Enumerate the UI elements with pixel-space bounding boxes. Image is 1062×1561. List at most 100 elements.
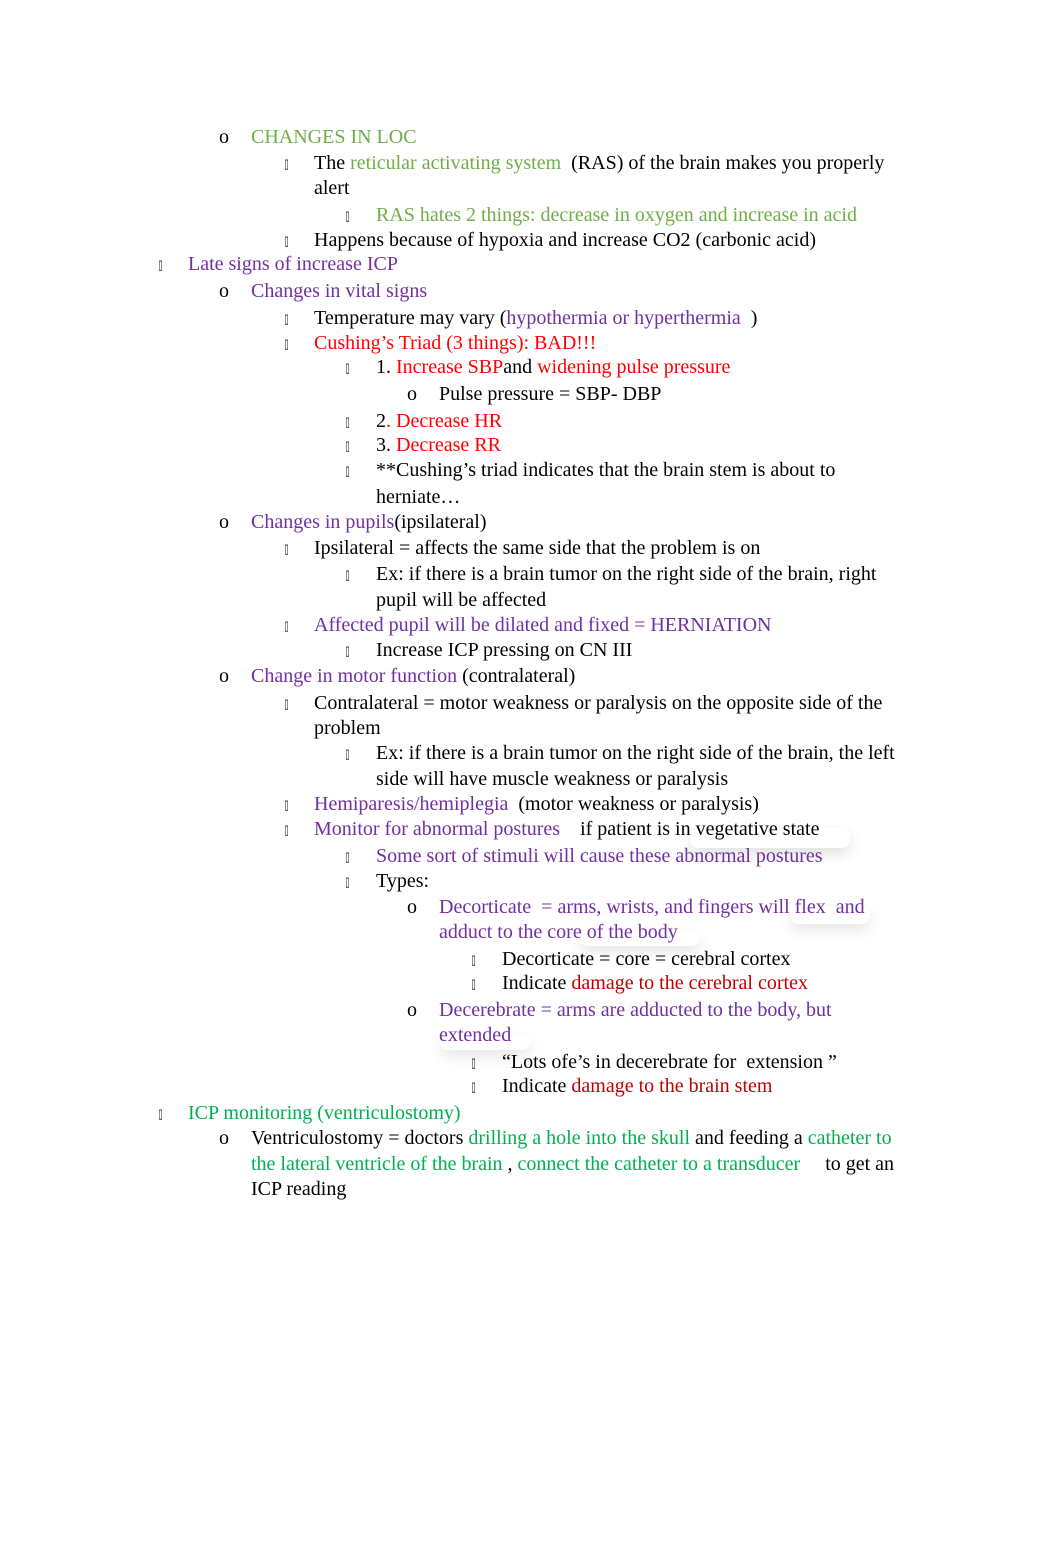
text-segment: reticular activating system	[350, 152, 562, 174]
text-line: Types:	[376, 869, 429, 893]
text-line: herniate…	[376, 485, 460, 509]
text-line: problem	[314, 716, 381, 740]
square-bullet-icon: ▯	[284, 541, 289, 556]
text-line: Happens because of hypoxia and increase …	[314, 228, 816, 252]
text-segment: **Cushing’s triad indicates that the bra…	[376, 459, 836, 481]
square-bullet-icon: ▯	[345, 438, 350, 453]
circle-bullet-icon: o	[219, 280, 229, 302]
text-segment: Late signs of increase ICP	[188, 253, 398, 275]
text-line: 2. Decrease HR	[376, 409, 502, 433]
circle-bullet-icon: o	[407, 999, 417, 1021]
square-bullet-icon: ▯	[471, 1055, 476, 1070]
text-line: Indicate damage to the brain stem	[502, 1074, 772, 1098]
text-segment: Monitor for abnormal postures	[314, 818, 561, 840]
circle-bullet-icon: o	[219, 126, 229, 148]
square-bullet-icon: ▯	[345, 746, 350, 761]
circle-bullet-icon: o	[407, 383, 417, 405]
text-segment: Ipsilateral = affects the same side that…	[314, 537, 761, 559]
text-segment: Ex: if there is a brain tumor on the rig…	[376, 742, 895, 764]
text-segment: Decrease RR	[396, 434, 501, 456]
text-segment: Ventriculostomy = doctors	[251, 1127, 469, 1149]
text-segment: the lateral ventricle of the brain	[251, 1153, 503, 1175]
text-line: Hemiparesis/hemiplegia (motor weakness o…	[314, 792, 759, 816]
text-line: CHANGES IN LOC	[251, 125, 417, 149]
text-segment: drilling a hole into the skull	[468, 1127, 691, 1149]
text-line: Monitor for abnormal postures if patient…	[314, 817, 819, 841]
text-segment: Happens because of hypoxia and increase …	[314, 229, 817, 251]
text-segment: . Decrease HR	[386, 410, 503, 432]
text-segment: alert	[314, 177, 350, 199]
text-line: RAS hates 2 things: decrease in oxygen a…	[376, 203, 857, 227]
text-segment: damage to the brain stem	[571, 1075, 773, 1097]
circle-bullet-icon: o	[219, 1127, 229, 1149]
square-bullet-icon: ▯	[284, 618, 289, 633]
circle-bullet-icon: o	[219, 511, 229, 533]
text-segment: 2	[376, 410, 386, 432]
text-line: Temperature may vary (hypothermia or hyp…	[314, 306, 757, 330]
square-bullet-icon: ▯	[284, 822, 289, 837]
text-segment: )	[740, 307, 758, 329]
square-bullet-icon: ▯	[158, 257, 163, 272]
text-line: Pulse pressure = SBP- DBP	[439, 382, 661, 406]
text-line: Increase ICP pressing on CN III	[376, 638, 632, 662]
square-bullet-icon: ▯	[345, 849, 350, 864]
text-segment: herniate…	[376, 486, 461, 508]
square-bullet-icon: ▯	[284, 311, 289, 326]
text-segment: Indicate	[502, 1075, 572, 1097]
text-segment: Ex: if there is a brain tumor on the rig…	[376, 563, 877, 585]
text-segment: Increase ICP pressing on CN III	[376, 639, 633, 661]
text-segment: and	[503, 356, 538, 378]
text-line: Contralateral = motor weakness or paraly…	[314, 691, 882, 715]
square-bullet-icon: ▯	[284, 156, 289, 171]
text-segment: Types:	[376, 870, 430, 892]
text-line: alert	[314, 176, 350, 200]
text-segment: (motor weakness or paralysis)	[508, 793, 759, 815]
text-segment: Increase SBP	[396, 356, 504, 378]
text-segment: problem	[314, 717, 381, 739]
square-bullet-icon: ▯	[345, 463, 350, 478]
text-segment: Changes in pupils	[251, 511, 395, 533]
square-bullet-icon: ▯	[345, 414, 350, 429]
text-line: adduct to the core of the body	[439, 920, 678, 944]
text-segment: damage to the cerebral cortex	[571, 972, 808, 994]
square-bullet-icon: ▯	[345, 360, 350, 375]
text-segment: 3.	[376, 434, 396, 456]
text-segment: CHANGES IN LOC	[251, 126, 417, 148]
text-line: Change in motor function (contralateral)	[251, 664, 575, 688]
text-segment: Indicate	[502, 972, 572, 994]
text-line: pupil will be affected	[376, 588, 546, 612]
square-bullet-icon: ▯	[345, 874, 350, 889]
text-line: the lateral ventricle of the brain , con…	[251, 1152, 894, 1176]
text-segment: ICP monitoring (ventriculostomy)	[188, 1102, 461, 1124]
text-segment: (contralateral)	[457, 665, 576, 687]
text-line: The reticular activating system (RAS) of…	[314, 151, 884, 175]
text-line: “Lots ofe’s in decerebrate for extension…	[502, 1050, 837, 1074]
square-bullet-icon: ▯	[284, 696, 289, 711]
text-line: Some sort of stimuli will cause these ab…	[376, 844, 823, 868]
text-segment: pupil will be affected	[376, 589, 547, 611]
text-segment: and feeding a	[690, 1127, 808, 1149]
text-segment: Decorticate = arms, wrists, and fingers …	[439, 896, 865, 918]
text-segment: 1.	[376, 356, 396, 378]
text-segment: Pulse pressure = SBP- DBP	[439, 383, 662, 405]
square-bullet-icon: ▯	[471, 976, 476, 991]
text-segment: The	[314, 152, 351, 174]
text-segment: Decerebrate = arms are adducted to the b…	[439, 999, 832, 1021]
text-segment: Some sort of stimuli will cause these ab…	[376, 845, 823, 867]
text-segment: RAS hates 2 things: decrease in oxygen a…	[376, 204, 857, 226]
text-segment: Affected pupil will be dilated and fixed…	[314, 614, 772, 636]
text-line: side will have muscle weakness or paraly…	[376, 767, 728, 791]
square-bullet-icon: ▯	[345, 567, 350, 582]
text-segment: Decorticate = core = cerebral cortex	[502, 948, 791, 970]
text-line: Ipsilateral = affects the same side that…	[314, 536, 760, 560]
text-line: Decerebrate = arms are adducted to the b…	[439, 998, 832, 1022]
square-bullet-icon: ▯	[158, 1106, 163, 1121]
square-bullet-icon: ▯	[284, 336, 289, 351]
text-segment: Contralateral = motor weakness or paraly…	[314, 692, 883, 714]
circle-bullet-icon: o	[219, 665, 229, 687]
text-segment: extended	[439, 1024, 512, 1046]
text-line: Cushing’s Triad (3 things): BAD!!!	[314, 331, 596, 355]
text-line: 1. Increase SBPand widening pulse pressu…	[376, 355, 730, 379]
square-bullet-icon: ▯	[471, 952, 476, 967]
text-line: Decorticate = core = cerebral cortex	[502, 947, 791, 971]
